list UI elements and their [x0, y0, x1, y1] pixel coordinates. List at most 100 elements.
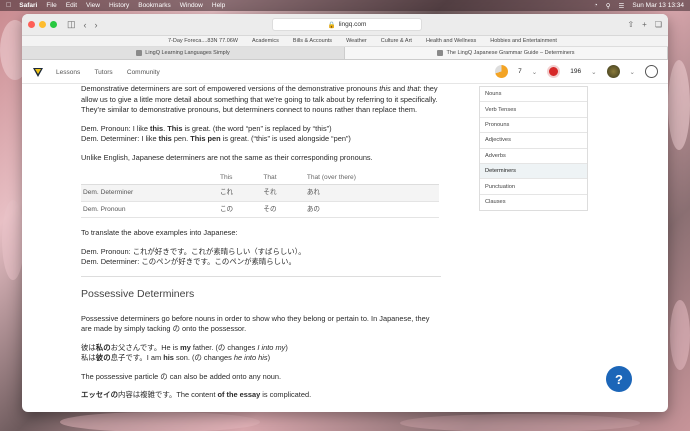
menu-file[interactable]: File: [46, 2, 56, 9]
bookmark-bills[interactable]: Bills & Accounts: [293, 38, 332, 44]
nav-community[interactable]: Community: [127, 69, 160, 76]
share-icon[interactable]: ⇧: [627, 20, 634, 29]
bookmark-health[interactable]: Health and Wellness: [426, 38, 476, 44]
lingq-logo-icon[interactable]: [32, 66, 44, 78]
japanese-pronoun-example: Dem. Pronoun: これが好きです。これが素晴らしい（すばらしい）。: [81, 246, 306, 256]
bookmark-culture[interactable]: Culture & Art: [381, 38, 412, 44]
lingq-favicon: [136, 50, 143, 56]
lingq-favicon: [437, 50, 444, 56]
address-bar[interactable]: 🔒 lingq.com: [272, 18, 422, 31]
menu-app-name[interactable]: Safari: [19, 2, 37, 9]
bookmark-weather[interactable]: 7-Day Foreca....83N 77.06W: [168, 38, 238, 44]
determiner-table: This That That (over there) Dem. Determi…: [81, 171, 439, 219]
control-center-icon[interactable]: ☰: [618, 2, 624, 10]
bookmarks-bar: 7-Day Foreca....83N 77.06W Academics Bil…: [22, 36, 668, 47]
table-header: That: [261, 171, 305, 186]
menu-window[interactable]: Window: [180, 2, 203, 9]
wifi-icon[interactable]: ◔: [594, 2, 598, 9]
essay-example: エッセイの内容は複雑です。The content of the essay is…: [81, 390, 312, 400]
chevron-down-icon[interactable]: ⌄: [630, 68, 635, 76]
section-heading: Possessive Determiners: [81, 287, 195, 300]
tab-label: LingQ Learning Languages Simply: [145, 50, 230, 56]
intro-paragraph: Demonstrative determiners are sort of em…: [81, 84, 438, 115]
apple-icon[interactable]: : [6, 2, 11, 9]
side-menu-item-adverbs[interactable]: Adverbs: [480, 149, 587, 164]
minimize-window-button[interactable]: [39, 21, 46, 28]
menu-history[interactable]: History: [109, 2, 129, 9]
chevron-down-icon[interactable]: ⌄: [591, 68, 596, 76]
bookmark-weather-folder[interactable]: Weather: [346, 38, 367, 44]
article-content: Demonstrative determiners are sort of em…: [81, 84, 441, 409]
bookmark-academics[interactable]: Academics: [252, 38, 279, 44]
desktop-blossom: [60, 412, 260, 431]
side-menu-item-pronouns[interactable]: Pronouns: [480, 118, 587, 134]
search-icon[interactable]: ⚲: [606, 2, 611, 10]
back-button[interactable]: ‹: [84, 20, 87, 30]
table-cell: その: [261, 201, 305, 219]
example-determiner: Dem. Determiner: I like this pen. This p…: [81, 134, 351, 144]
menu-clock[interactable]: Sun Mar 13 13:34: [632, 2, 684, 9]
desktop-blossom: [2, 200, 24, 280]
coins-icon[interactable]: [547, 65, 561, 78]
table-header: [81, 171, 218, 186]
new-tab-icon[interactable]: +: [642, 20, 647, 29]
side-menu-item-nouns[interactable]: Nouns: [480, 87, 587, 103]
forward-button[interactable]: ›: [95, 20, 98, 30]
example-pronoun: Dem. Pronoun: I like this. This is great…: [81, 123, 332, 133]
table-cell: あれ: [304, 184, 439, 202]
tab-grammar-guide[interactable]: The LingQ Japanese Grammar Guide – Deter…: [345, 47, 668, 59]
side-menu-item-punctuation[interactable]: Punctuation: [480, 179, 587, 195]
side-menu-item-verb-tenses[interactable]: Verb Tenses: [480, 102, 587, 118]
zoom-window-button[interactable]: [50, 21, 57, 28]
address-text: lingq.com: [338, 21, 367, 28]
section-divider: [81, 275, 441, 277]
nav-lessons[interactable]: Lessons: [56, 69, 80, 76]
avatar[interactable]: [606, 65, 620, 78]
table-row: Dem. Pronoun この その あの: [81, 201, 439, 219]
desktop-blossom: [668, 60, 690, 150]
bookmark-hobbies[interactable]: Hobbies and Entertainment: [490, 38, 557, 44]
tab-strip: LingQ Learning Languages Simply The Ling…: [22, 47, 668, 60]
browser-toolbar: ◫ ‹ › 🔒 lingq.com ⇧ + ❏: [22, 14, 668, 36]
japanese-determiner-example: Dem. Determiner: このペンが好きです。このペンが素晴らしい。: [81, 257, 296, 267]
particle-paragraph: The possessive particle の can also be ad…: [81, 371, 282, 381]
side-menu-item-adjectives[interactable]: Adjectives: [480, 133, 587, 149]
table-cell: これ: [217, 184, 262, 202]
menu-help[interactable]: Help: [212, 2, 225, 9]
desktop-blossom: [400, 414, 640, 431]
menu-bookmarks[interactable]: Bookmarks: [138, 2, 171, 9]
site-nav: Lessons Tutors Community: [56, 67, 172, 76]
import-icon[interactable]: [645, 65, 658, 78]
menu-bar:  Safari File Edit View History Bookmark…: [0, 0, 690, 11]
unlike-paragraph: Unlike English, Japanese determiners are…: [81, 152, 373, 162]
close-window-button[interactable]: [28, 21, 35, 28]
grammar-side-menu: Nouns Verb Tenses Pronouns Adjectives Ad…: [479, 86, 588, 212]
table-cell: Dem. Determiner: [81, 184, 218, 202]
menu-edit[interactable]: Edit: [66, 2, 77, 9]
possessive-example-2: 私は彼の息子です。I am his son. (の changes he int…: [81, 353, 271, 363]
lock-icon: 🔒: [327, 21, 336, 29]
table-header: That (over there): [304, 171, 439, 186]
table-row: Dem. Determiner これ それ あれ: [81, 184, 439, 202]
desktop-blossom: [670, 300, 690, 370]
table-cell: それ: [261, 184, 305, 202]
tab-overview-icon[interactable]: ❏: [655, 20, 662, 29]
sidebar-icon[interactable]: ◫: [67, 19, 76, 30]
tab-label: The LingQ Japanese Grammar Guide – Deter…: [446, 50, 575, 56]
streak-count: 7: [518, 68, 522, 75]
table-header-row: This That That (over there): [81, 171, 439, 186]
side-menu-item-clauses[interactable]: Clauses: [480, 195, 587, 210]
streak-icon[interactable]: [495, 65, 509, 78]
tab-lingq-home[interactable]: LingQ Learning Languages Simply: [22, 47, 345, 59]
chevron-down-icon[interactable]: ⌄: [532, 68, 537, 76]
site-header: Lessons Tutors Community 7 ⌄ 196 ⌄ ⌄: [22, 60, 668, 84]
menu-view[interactable]: View: [86, 2, 100, 9]
table-header: This: [217, 171, 262, 186]
nav-tutors[interactable]: Tutors: [94, 69, 112, 76]
table-cell: この: [217, 201, 262, 219]
possessive-paragraph: Possessive determiners go before nouns i…: [81, 313, 430, 334]
side-menu-item-determiners[interactable]: Determiners: [480, 163, 587, 180]
help-button[interactable]: ?: [606, 366, 632, 392]
table-cell: あの: [304, 201, 439, 219]
translate-paragraph: To translate the above examples into Jap…: [81, 228, 238, 238]
